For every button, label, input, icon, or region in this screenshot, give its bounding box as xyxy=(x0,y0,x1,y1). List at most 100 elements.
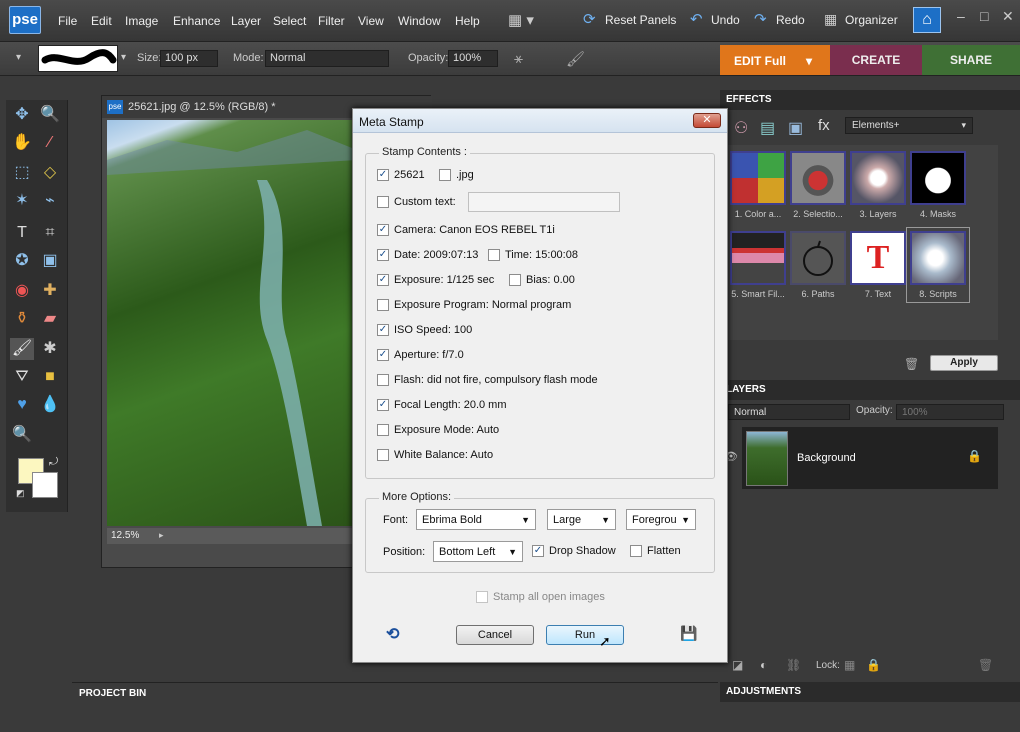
healing-brush-tool-icon[interactable]: ✚ xyxy=(38,280,62,302)
lasso-tool-icon[interactable]: ◇ xyxy=(38,162,62,184)
menu-enhance[interactable]: Enhance xyxy=(173,14,220,28)
effect-thumb-2[interactable] xyxy=(790,151,846,205)
minimize-icon[interactable]: – xyxy=(957,8,965,24)
focal-length-checkbox[interactable]: ✓ Focal Length: 20.0 mm xyxy=(377,397,507,413)
undo-button[interactable]: Undo xyxy=(711,13,740,27)
magic-wand-tool-icon[interactable]: ✶ xyxy=(10,190,34,212)
tool-preset-dropdown-icon[interactable]: ▾ xyxy=(16,52,21,63)
tab-create[interactable]: CREATE xyxy=(830,45,922,75)
brush-settings-icon[interactable]: 🖌 xyxy=(566,50,585,68)
effect-thumb-1[interactable] xyxy=(730,151,786,205)
menu-filter[interactable]: Filter xyxy=(318,14,345,28)
save-icon[interactable]: 💾 xyxy=(680,625,697,642)
adjustment-layer-icon[interactable]: ◐ xyxy=(760,658,767,672)
apply-button[interactable]: Apply xyxy=(930,355,998,371)
opacity-field[interactable]: 100% xyxy=(448,50,498,67)
straighten-tool-icon[interactable]: ▣ xyxy=(38,250,62,272)
eyedropper-tool-icon[interactable]: ⁄ xyxy=(38,132,62,154)
effect-thumb-3[interactable] xyxy=(850,151,906,205)
default-colors-icon[interactable]: ◩ xyxy=(16,488,25,499)
flatten-checkbox[interactable]: Flatten xyxy=(630,543,681,559)
layers-header[interactable]: LAYERS xyxy=(720,380,1020,400)
fx-icon[interactable]: fx xyxy=(818,117,830,134)
time-checkbox[interactable]: Time: 15:00:08 xyxy=(488,247,578,263)
move-tool-icon[interactable]: ✥ xyxy=(10,104,34,126)
organizer-button[interactable]: Organizer xyxy=(845,13,898,27)
eraser-tool-icon[interactable]: ▰ xyxy=(38,308,62,330)
menu-view[interactable]: View xyxy=(358,14,384,28)
workspace-layout-icon[interactable]: ▦ ▾ xyxy=(508,11,534,29)
stamp-all-checkbox[interactable]: Stamp all open images xyxy=(476,589,605,605)
brush-dropdown-icon[interactable]: ▾ xyxy=(121,52,126,63)
menu-image[interactable]: Image xyxy=(125,14,158,28)
filename-checkbox[interactable]: ✓ 25621 xyxy=(377,167,425,183)
lock-all-icon[interactable]: 🔒 xyxy=(866,658,881,672)
tab-share[interactable]: SHARE xyxy=(922,45,1020,75)
camera-checkbox[interactable]: ✓ Camera: Canon EOS REBEL T1i xyxy=(377,222,555,238)
bias-checkbox[interactable]: Bias: 0.00 xyxy=(509,272,575,288)
red-eye-tool-icon[interactable]: ◉ xyxy=(10,280,34,302)
position-select[interactable]: Bottom Left ▼ xyxy=(433,541,523,562)
type-tool-icon[interactable]: T xyxy=(10,222,34,244)
refresh-icon[interactable]: ⟲ xyxy=(386,624,399,644)
layer-styles-icon[interactable]: ▤ xyxy=(760,118,775,138)
maximize-icon[interactable]: □ xyxy=(980,8,988,24)
effect-thumb-7[interactable]: T xyxy=(850,231,906,285)
tab-edit-dropdown-icon[interactable]: ▾ xyxy=(806,54,812,68)
effect-thumb-6[interactable] xyxy=(790,231,846,285)
extension-checkbox[interactable]: .jpg xyxy=(439,167,474,183)
custom-text-checkbox[interactable]: Custom text: xyxy=(377,194,456,210)
layer-opacity-field[interactable]: 100% xyxy=(896,404,1004,420)
exposure-mode-checkbox[interactable]: Exposure Mode: Auto xyxy=(377,422,499,438)
menu-select[interactable]: Select xyxy=(273,14,306,28)
aperture-checkbox[interactable]: ✓ Aperture: f/7.0 xyxy=(377,347,464,363)
menu-edit[interactable]: Edit xyxy=(91,14,112,28)
brush-tool-icon[interactable]: 🖌 xyxy=(10,338,34,360)
trash-icon[interactable]: 🗑 xyxy=(904,357,919,371)
clone-stamp-tool-icon[interactable]: ⚱ xyxy=(10,308,34,330)
size-field[interactable]: 100 px xyxy=(160,50,218,67)
exposure-checkbox[interactable]: ✓ Exposure: 1/125 sec xyxy=(377,272,494,288)
redo-button[interactable]: Redo xyxy=(776,13,805,27)
iso-checkbox[interactable]: ✓ ISO Speed: 100 xyxy=(377,322,472,338)
layer-row-background[interactable]: Background 🔒 xyxy=(742,427,998,489)
blur-tool-icon[interactable]: 💧 xyxy=(38,394,62,416)
menu-file[interactable]: File xyxy=(58,14,77,28)
brush-preview[interactable] xyxy=(38,45,118,72)
marquee-tool-icon[interactable]: ⬚ xyxy=(10,162,34,184)
airbrush-icon[interactable]: ⚹ xyxy=(514,50,523,67)
custom-text-input[interactable] xyxy=(468,192,620,212)
adjustments-header[interactable]: ADJUSTMENTS xyxy=(720,682,1020,702)
hand-tool-icon[interactable]: ✋ xyxy=(10,132,34,154)
home-icon[interactable]: ⌂ xyxy=(913,7,941,33)
link-layers-icon[interactable]: ⛓ xyxy=(786,658,801,672)
swap-colors-icon[interactable]: ⤾ xyxy=(49,456,58,469)
blend-mode-select[interactable]: Normal xyxy=(728,404,850,420)
run-button[interactable]: Run xyxy=(546,625,624,645)
exposure-program-checkbox[interactable]: Exposure Program: Normal program xyxy=(377,297,571,313)
reset-panels-button[interactable]: Reset Panels xyxy=(605,13,676,27)
sponge-tool-icon[interactable]: 🔍 xyxy=(10,424,34,446)
document-image[interactable] xyxy=(107,120,357,526)
filters-icon[interactable]: ⚇ xyxy=(734,118,748,138)
project-bin-header[interactable]: PROJECT BIN xyxy=(72,682,718,702)
effect-thumb-4[interactable] xyxy=(910,151,966,205)
effects-header[interactable]: EFFECTS xyxy=(720,90,1020,110)
menu-window[interactable]: Window xyxy=(398,14,441,28)
font-select[interactable]: Ebrima Bold ▼ xyxy=(416,509,536,530)
new-layer-icon[interactable]: ◪ xyxy=(732,658,743,672)
photo-effects-icon[interactable]: ▣ xyxy=(788,118,803,138)
status-arrow-icon[interactable]: ▸ xyxy=(159,530,164,541)
dialog-close-icon[interactable]: ✕ xyxy=(693,113,721,128)
mode-select[interactable]: Normal xyxy=(265,50,389,67)
zoom-tool-icon[interactable]: 🔍 xyxy=(38,104,62,126)
delete-layer-icon[interactable]: 🗑 xyxy=(978,658,993,672)
background-color-swatch[interactable] xyxy=(32,472,58,498)
size-select[interactable]: Large ▼ xyxy=(547,509,616,530)
paint-bucket-tool-icon[interactable]: ⛛ xyxy=(10,366,34,388)
tab-edit-full[interactable]: EDIT Full ▾ xyxy=(720,45,830,75)
date-checkbox[interactable]: ✓ Date: 2009:07:13 xyxy=(377,247,478,263)
cancel-button[interactable]: Cancel xyxy=(456,625,534,645)
color-select[interactable]: Foregrou ▼ xyxy=(626,509,696,530)
white-balance-checkbox[interactable]: White Balance: Auto xyxy=(377,447,493,463)
